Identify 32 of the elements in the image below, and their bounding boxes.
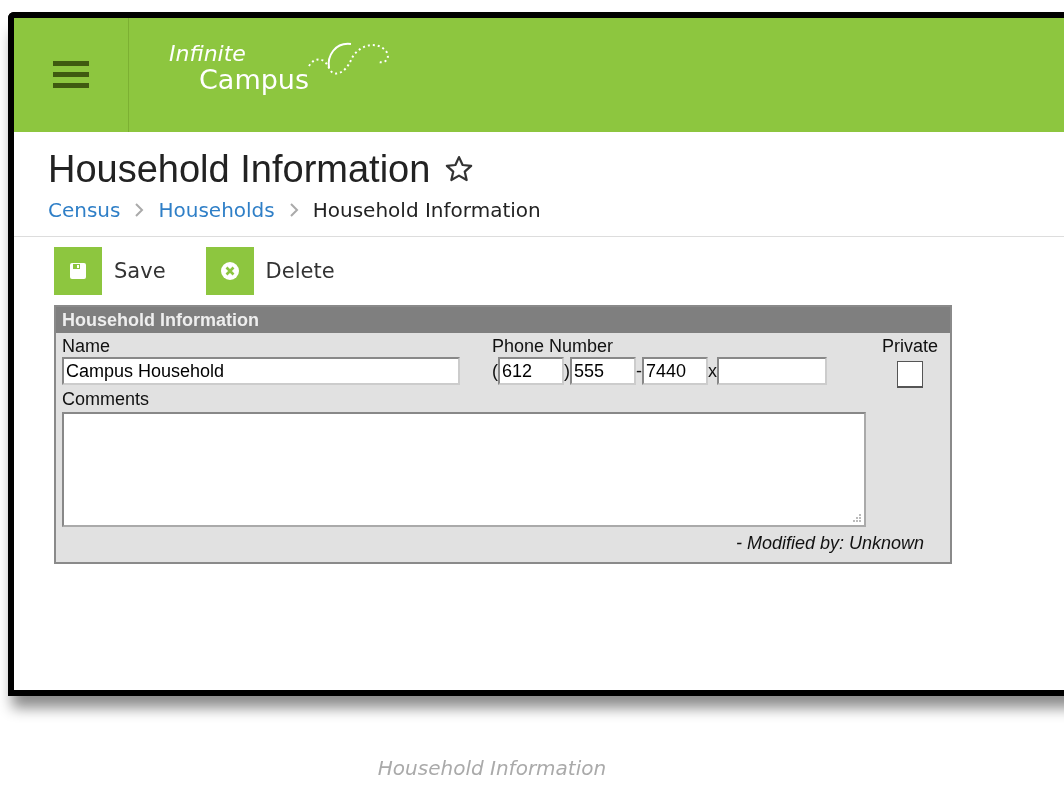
resize-grip-icon[interactable] (853, 514, 862, 523)
phone-separator: ( (492, 360, 498, 382)
delete-button[interactable]: Delete (205, 247, 335, 295)
image-caption: Household Information (377, 756, 607, 780)
field-label: Phone Number (492, 335, 615, 357)
breadcrumb-link[interactable]: Census (48, 198, 121, 222)
breadcrumb-current: Household Information (312, 198, 541, 222)
phone-field[interactable]: 7440 (642, 357, 708, 385)
save-button[interactable]: Save (54, 247, 166, 295)
phone-field[interactable]: 612 (498, 357, 564, 385)
name-field[interactable]: Campus Household (62, 357, 460, 385)
phone-separator: - (636, 360, 642, 382)
modified-by-text: - Modified by: Unknown (735, 533, 924, 554)
star-icon[interactable] (444, 154, 475, 184)
field-label: Comments (62, 388, 151, 410)
phone-separator: x (708, 360, 717, 382)
chevron-icon (288, 203, 299, 217)
field-label: Private (882, 335, 939, 357)
page-title: Household Information (48, 147, 431, 192)
menu-icon[interactable] (53, 60, 89, 90)
field-label: Name (62, 335, 111, 357)
phone-field[interactable]: 555 (570, 357, 636, 385)
extension-field[interactable] (717, 357, 827, 385)
logo-text: Campus (199, 66, 310, 94)
panel-title: Household Information (56, 307, 950, 333)
comments-field[interactable] (62, 412, 866, 527)
chevron-icon (134, 203, 145, 217)
phone-separator: ) (564, 360, 570, 382)
breadcrumb-link[interactable]: Households (158, 198, 275, 222)
close-circle-icon (219, 261, 240, 281)
logo-text: Infinite (169, 42, 247, 66)
private-checkbox[interactable] (897, 361, 923, 388)
